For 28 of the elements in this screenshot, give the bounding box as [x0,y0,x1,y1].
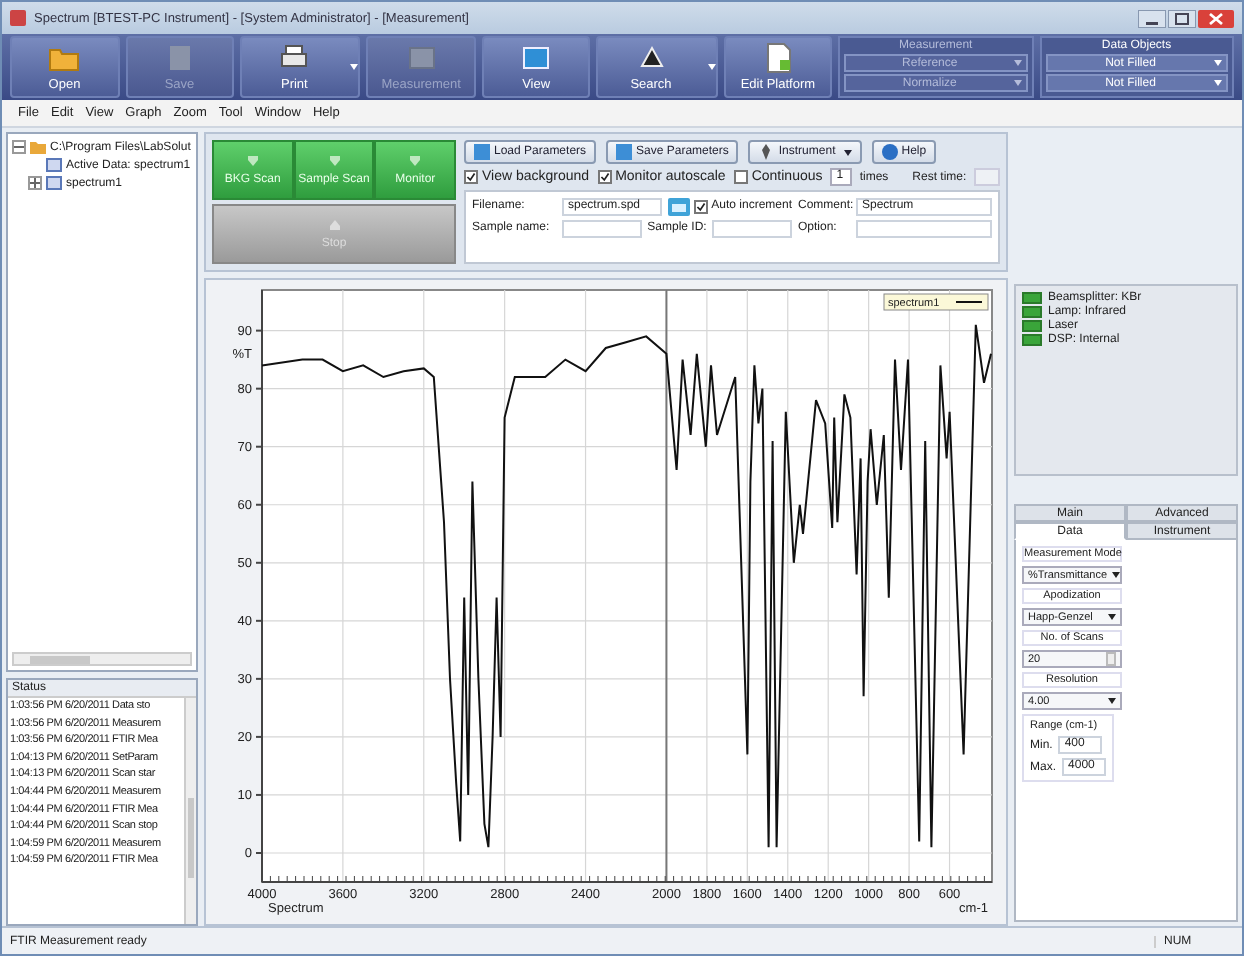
caret-icon[interactable] [1108,698,1116,704]
option-field[interactable] [856,219,992,237]
arrow-up-icon [327,218,341,232]
rest-time-field[interactable] [974,168,1000,186]
caret-icon[interactable] [1108,614,1116,620]
edit-icon [761,42,794,74]
folder-icon [30,140,46,154]
checkbox[interactable] [464,170,478,184]
caret-icon[interactable] [843,149,852,155]
minimize-icon[interactable] [1138,9,1166,27]
sample-id-field[interactable] [712,219,792,237]
checkbox[interactable] [597,170,612,184]
arrow-down-icon [408,154,423,168]
scrollbar[interactable] [184,698,196,924]
arrow-down-icon [327,154,341,168]
close-icon[interactable] [1198,9,1234,27]
view-icon [520,42,553,74]
checkbox[interactable] [733,170,748,184]
scrollbar[interactable] [12,652,192,666]
arrow-down-icon [245,154,260,168]
app-icon [10,10,26,26]
expand-icon[interactable] [28,176,42,190]
caret-icon[interactable] [1111,572,1120,578]
maximize-icon[interactable] [1168,9,1196,27]
collapse-icon[interactable] [12,140,26,154]
help-icon [881,144,898,160]
checkbox[interactable] [693,199,708,213]
sample-name-field[interactable] [562,219,642,237]
